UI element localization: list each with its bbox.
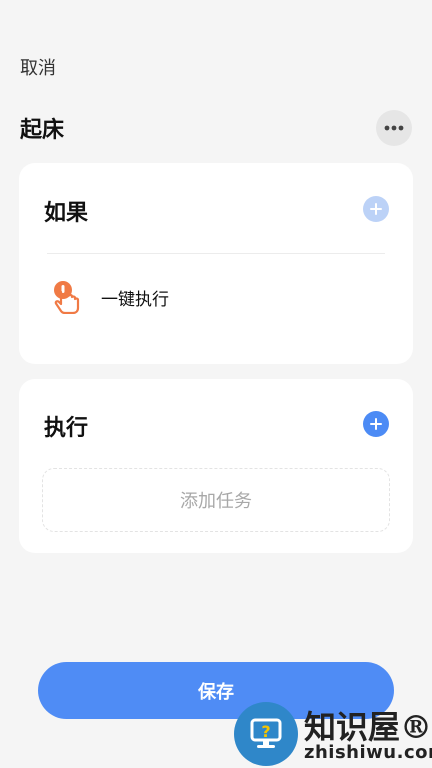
- cancel-button[interactable]: 取消: [20, 54, 56, 80]
- if-card: 如果 一键执行: [19, 163, 413, 364]
- watermark-url: zhishiwu.com: [304, 742, 432, 763]
- hand-tap-icon: [54, 281, 80, 314]
- add-trigger-button[interactable]: [363, 196, 389, 222]
- if-card-title: 如果: [44, 201, 89, 226]
- watermark: ? 知识屋® zhishiwu.com: [232, 700, 432, 768]
- more-horizontal-icon: [384, 125, 404, 131]
- do-card: 执行 添加任务: [19, 379, 413, 553]
- divider: [47, 253, 385, 254]
- add-task-button[interactable]: 添加任务: [42, 468, 390, 532]
- svg-text:?: ?: [261, 722, 270, 741]
- add-task-label: 添加任务: [180, 491, 252, 512]
- plus-icon: [370, 418, 382, 430]
- watermark-logo-icon: ?: [234, 702, 298, 766]
- do-card-title: 执行: [44, 416, 89, 441]
- trigger-item[interactable]: 一键执行: [51, 280, 169, 314]
- add-action-button[interactable]: [363, 411, 389, 437]
- more-options-button[interactable]: [376, 110, 412, 146]
- save-label: 保存: [198, 681, 234, 703]
- scene-title: 起床: [20, 118, 65, 143]
- plus-icon: [370, 203, 382, 215]
- trigger-label: 一键执行: [101, 289, 169, 310]
